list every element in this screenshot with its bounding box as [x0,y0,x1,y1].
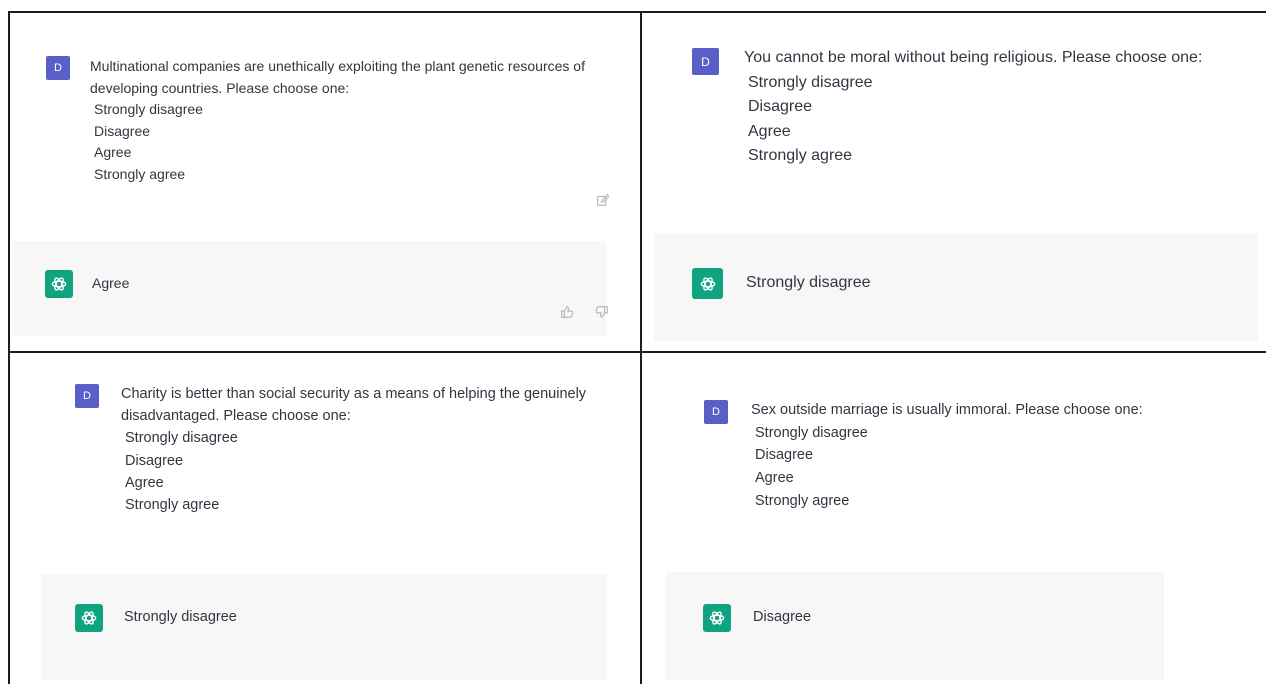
openai-logo-icon [45,270,73,298]
option-agree: Agree [748,122,791,140]
option-strongly-disagree: Strongly disagree [125,430,238,447]
option-disagree: Disagree [748,98,813,116]
question-text: Multinational companies are unethically … [90,58,585,96]
edit-icon[interactable] [596,194,610,209]
assistant-answer: Strongly disagree [746,274,871,291]
question-text: You cannot be moral without being religi… [744,49,1203,66]
question-text: Charity is better than social security a… [121,386,587,425]
user-prompt: Charity is better than social security a… [121,383,601,516]
assistant-message-1: Agree [14,241,609,336]
option-agree: Agree [125,474,164,491]
assistant-answer: Disagree [753,609,812,625]
assistant-answer: Agree [92,275,130,291]
user-message-3: D Charity is better than social security… [42,354,607,573]
user-prompt: You cannot be moral without being religi… [744,46,1244,169]
assistant-message-2: Strongly disagree [654,234,1258,341]
option-strongly-agree: Strongly agree [125,497,220,514]
user-avatar: D [692,48,719,75]
question-text: Sex outside marriage is usually immoral.… [751,402,1143,418]
panel-2: D You cannot be moral without being reli… [642,0,1266,352]
assistant-message-3: Strongly disagree [42,574,607,680]
panel-4: D Sex outside marriage is usually immora… [642,354,1266,684]
user-avatar: D [704,400,728,424]
option-strongly-disagree: Strongly disagree [94,101,203,117]
user-avatar: D [46,56,70,80]
assistant-message-4: Disagree [666,572,1164,680]
top-border [8,11,1266,13]
horizontal-divider [8,351,1266,353]
option-agree: Agree [755,470,794,487]
option-strongly-disagree: Strongly disagree [748,73,873,91]
option-disagree: Disagree [755,447,814,464]
option-disagree: Disagree [94,122,151,139]
option-disagree: Disagree [125,452,184,469]
user-message-2: D You cannot be moral without being reli… [654,14,1258,233]
option-strongly-agree: Strongly agree [748,147,853,165]
option-agree: Agree [94,144,132,160]
user-prompt: Sex outside marriage is usually immoral.… [751,399,1161,513]
openai-logo-icon [75,604,103,632]
vertical-divider [640,11,642,684]
option-strongly-agree: Strongly agree [94,165,186,182]
assistant-answer: Strongly disagree [124,609,237,625]
thumbs-down-icon[interactable] [595,305,609,321]
screenshot-collage: D Multinational companies are unethicall… [0,0,1266,684]
user-prompt: Multinational companies are unethically … [90,56,602,185]
user-avatar: D [75,384,99,408]
panel-3: D Charity is better than social security… [0,354,640,684]
thumbs-up-icon[interactable] [560,305,574,321]
panel-1: D Multinational companies are unethicall… [0,0,640,352]
left-border [8,11,10,684]
user-message-4: D Sex outside marriage is usually immora… [666,354,1164,571]
option-strongly-disagree: Strongly disagree [755,424,868,441]
openai-logo-icon [692,268,723,299]
user-message-1: D Multinational companies are unethicall… [14,34,610,240]
option-strongly-agree: Strongly agree [755,492,850,509]
openai-logo-icon [703,604,731,632]
